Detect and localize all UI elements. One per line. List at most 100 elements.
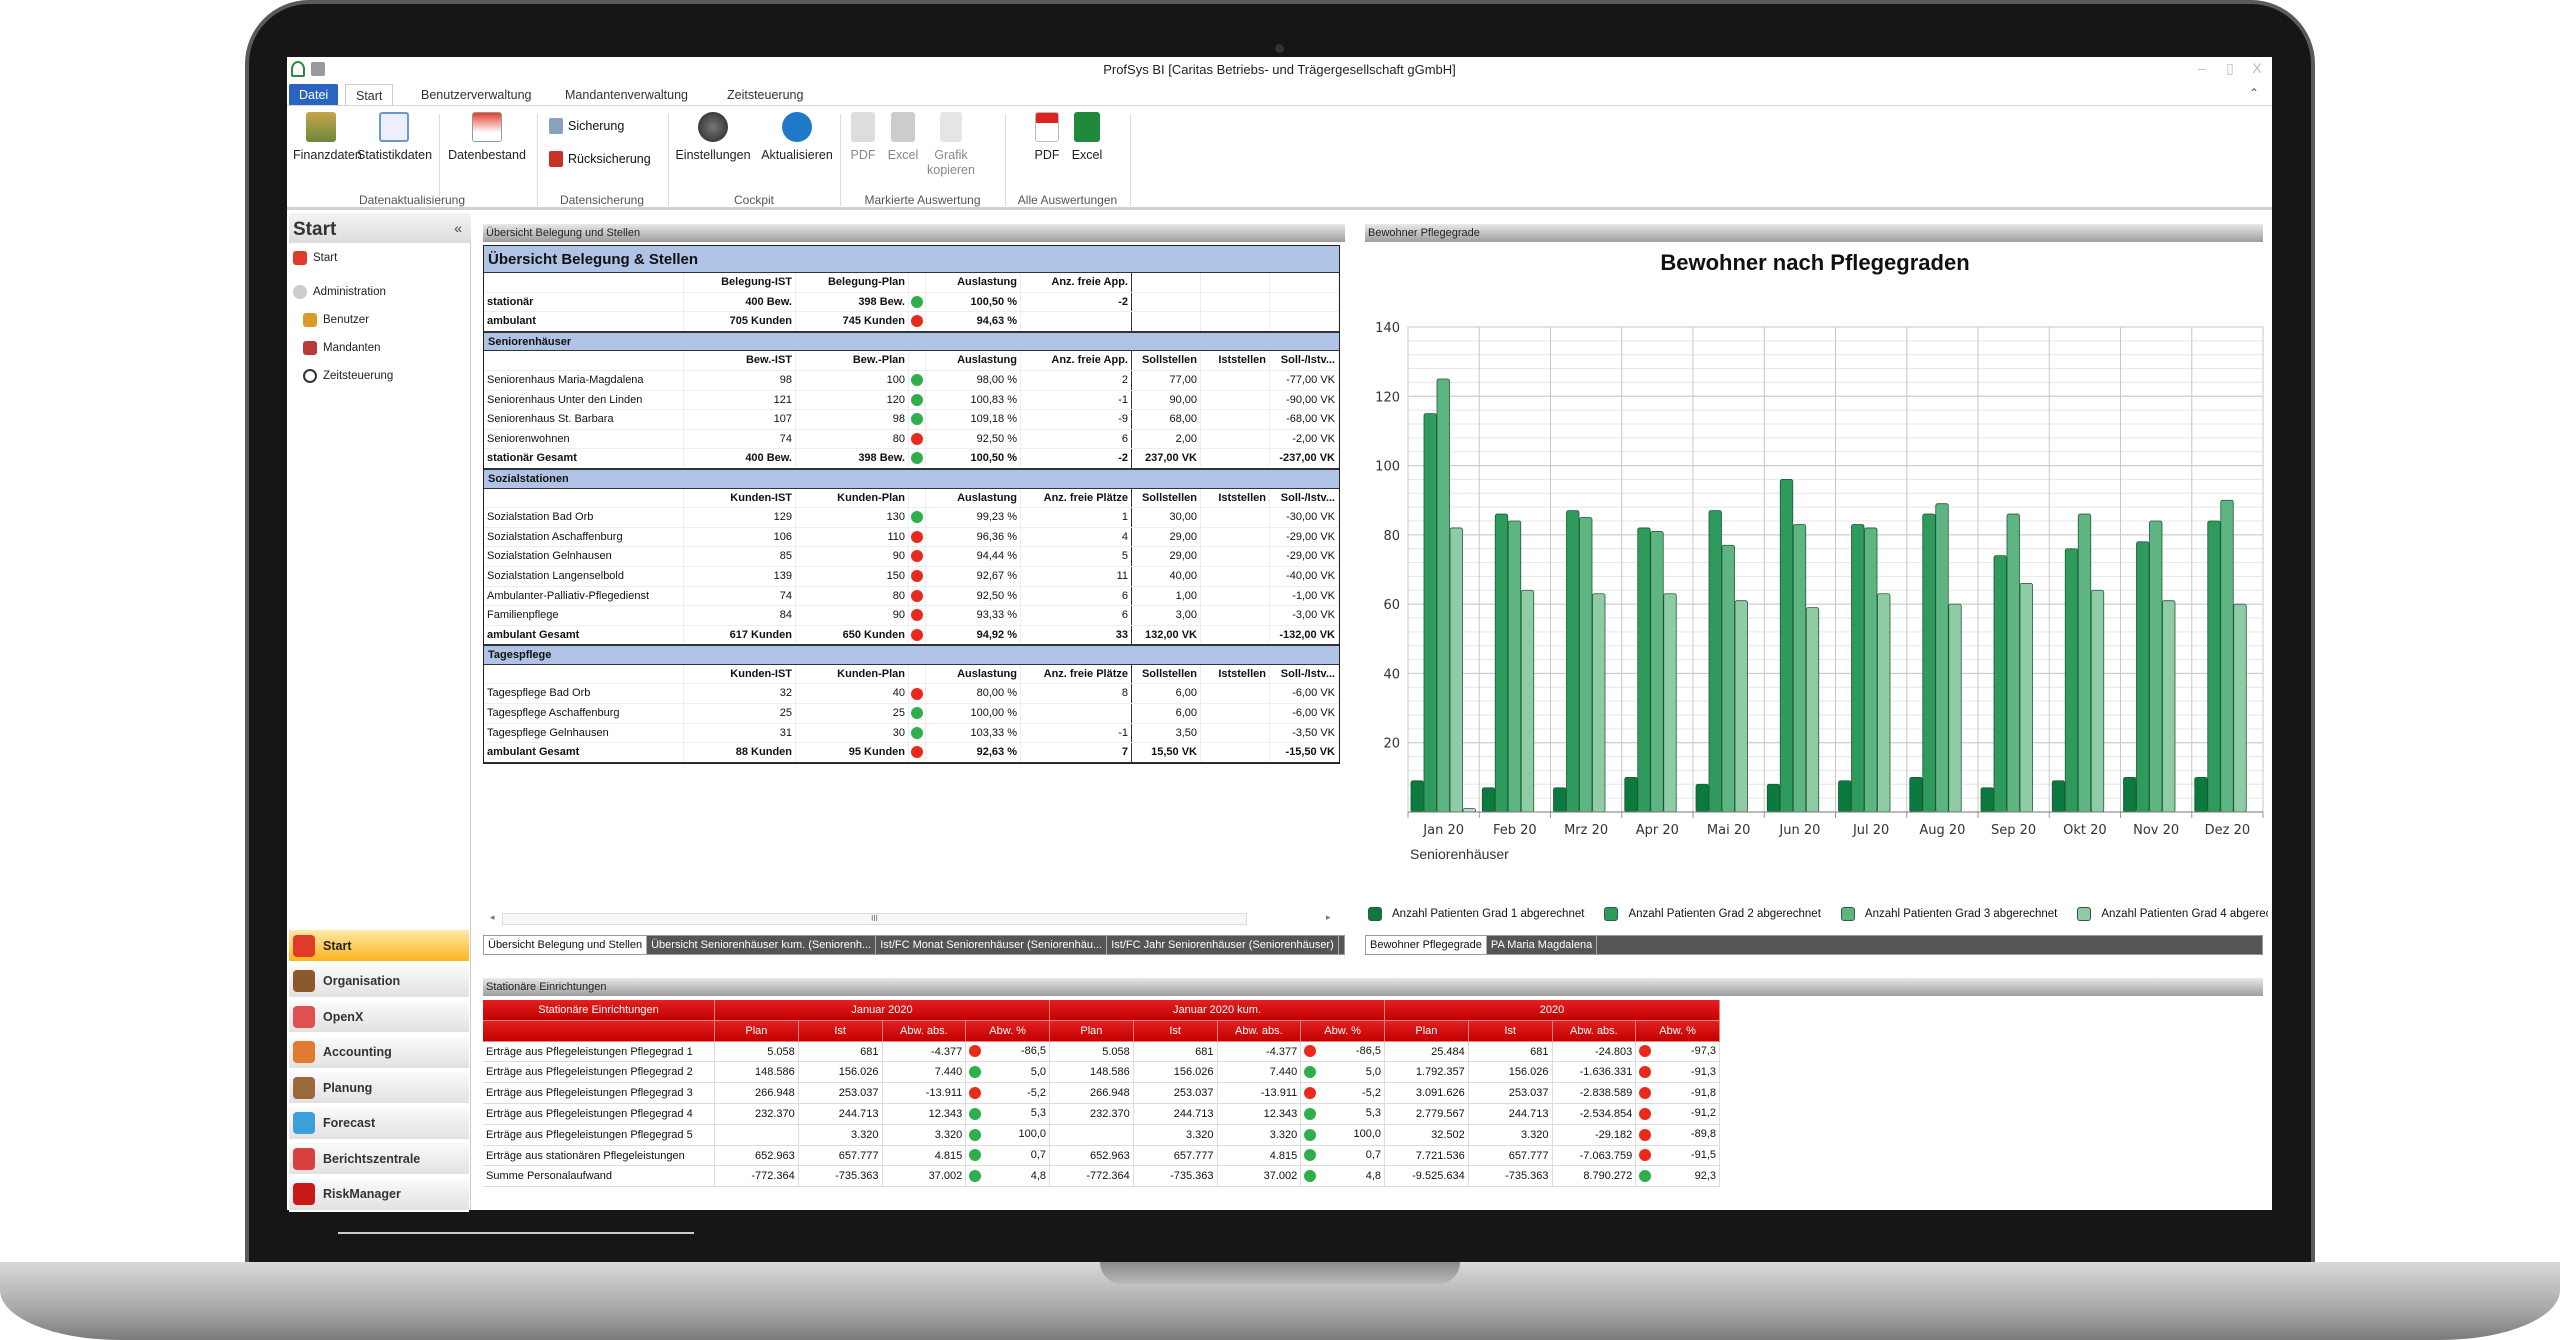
tab-bewohner-pflegegrade[interactable]: Bewohner Pflegegrade bbox=[1366, 936, 1487, 954]
legend-item[interactable]: Anzahl Patienten Grad 2 abgerechnet bbox=[1604, 904, 1821, 924]
minimize-button[interactable]: – bbox=[2187, 60, 2217, 76]
abw-pct-cell: 100,0 bbox=[966, 1124, 1050, 1146]
tree-item-benutzer[interactable]: Benutzer bbox=[303, 313, 369, 327]
row-name: Sozialstation Aschaffenburg bbox=[484, 527, 684, 547]
finanzdaten-button[interactable]: Finanzdaten bbox=[293, 112, 362, 163]
ist-cell: 244.713 bbox=[798, 1103, 883, 1125]
iststellen-cell bbox=[1201, 508, 1270, 527]
grafik-kopieren-button[interactable]: Grafik kopieren bbox=[923, 112, 979, 178]
ist-cell: 681 bbox=[1133, 1041, 1218, 1063]
frei-cell bbox=[1021, 312, 1132, 331]
house-icon bbox=[293, 970, 315, 992]
ist-cell: -735.363 bbox=[798, 1166, 883, 1188]
tab-seniorenhaeuser-kum[interactable]: Übersicht Seniorenhäuser kum. (Seniorenh… bbox=[647, 936, 877, 954]
table-row: Tagespflege Bad Orb 32 40 80,00 % 8 6,00 -6,00… bbox=[484, 684, 1339, 705]
tree-item-start[interactable]: Start bbox=[293, 251, 337, 265]
close-button[interactable]: X bbox=[2242, 60, 2272, 76]
sicherung-button[interactable]: Sicherung bbox=[549, 118, 624, 134]
table-header-row: Bew.-IST Bew.-Plan Auslastung Anz. freie Ap… bbox=[484, 351, 1339, 371]
horizontal-scrollbar[interactable]: ◂ III ▸ bbox=[490, 912, 1335, 925]
ist-cell: 400 Bew. bbox=[684, 292, 796, 312]
nav-item-planung[interactable]: Planung bbox=[289, 1072, 469, 1105]
laptop-notch bbox=[1100, 1262, 1460, 1284]
laptop-camera bbox=[1275, 44, 1284, 53]
subheader-plan: Plan bbox=[1050, 1020, 1134, 1042]
header-cell bbox=[909, 273, 926, 292]
excel-all-button[interactable]: Excel bbox=[1067, 112, 1107, 163]
frei-cell bbox=[1021, 704, 1132, 723]
scroll-right-icon[interactable]: ▸ bbox=[1326, 912, 1331, 923]
finance-table: Stationäre Einrichtungen Januar 2020 Janua… bbox=[483, 1000, 1720, 1188]
ribbon-collapse-button[interactable]: ⌃ bbox=[2249, 86, 2259, 100]
chart-panel-header: Bewohner Pflegegrade bbox=[1365, 224, 2263, 242]
overview-tabs: Übersicht Belegung und Stellen Übersicht… bbox=[483, 935, 1345, 955]
status-dot-green bbox=[969, 1170, 982, 1183]
legend-label: Anzahl Patienten Grad 2 abgerechnet bbox=[1628, 908, 1821, 920]
datenbestand-button[interactable]: Datenbestand bbox=[447, 112, 527, 163]
nav-item-accounting[interactable]: Accounting bbox=[289, 1036, 469, 1070]
nav-item-forecast[interactable]: Forecast bbox=[289, 1107, 469, 1141]
tab-start[interactable]: Start bbox=[345, 84, 394, 106]
status-cell bbox=[909, 704, 926, 723]
nav-item-organisation[interactable]: Organisation bbox=[289, 965, 469, 999]
status-cell bbox=[909, 625, 926, 645]
nav-item-start[interactable]: Start bbox=[289, 930, 469, 963]
abw-pct-value: 100,0 bbox=[1018, 1128, 1046, 1141]
tab-zeitsteuerung[interactable]: Zeitsteuerung bbox=[717, 84, 813, 106]
ist-cell: 400 Bew. bbox=[684, 449, 796, 468]
legend-item[interactable]: Anzahl Patienten Grad 1 abgerechnet bbox=[1368, 904, 1584, 924]
tree-item-administration[interactable]: Administration bbox=[293, 285, 386, 299]
tab-overview[interactable]: Übersicht Belegung und Stellen bbox=[484, 936, 648, 954]
tab-datei[interactable]: Datei bbox=[289, 84, 339, 106]
status-dot-red bbox=[969, 1087, 982, 1100]
legend-swatch bbox=[1840, 907, 1855, 921]
tab-ist-fc-monat[interactable]: Ist/FC Monat Seniorenhäuser (Seniorenhäu… bbox=[876, 936, 1108, 954]
scroll-thumb[interactable]: III bbox=[502, 913, 1247, 925]
collapse-sidebar-button[interactable]: « bbox=[454, 220, 462, 236]
header-cell: Sollstellen bbox=[1132, 351, 1201, 370]
frei-cell: -2 bbox=[1021, 292, 1132, 312]
ausl-cell: 92,63 % bbox=[926, 743, 1021, 762]
legend-swatch bbox=[2077, 907, 2092, 921]
einstellungen-button[interactable]: Einstellungen bbox=[673, 112, 753, 163]
subheader-ist: Ist bbox=[798, 1020, 883, 1042]
plan-cell: 1.792.357 bbox=[1385, 1062, 1469, 1084]
maximize-button[interactable]: ▯ bbox=[2215, 60, 2245, 77]
pdf-marked-button[interactable]: PDF bbox=[843, 112, 883, 163]
legend-item[interactable]: Anzahl Patienten Grad 4 abgerechne bbox=[2077, 904, 2268, 924]
tab-mandantenverwaltung[interactable]: Mandantenverwaltung bbox=[555, 84, 698, 106]
status-cell bbox=[909, 743, 926, 762]
table-row: Sozialstation Aschaffenburg 106 110 96,36 %… bbox=[484, 527, 1339, 548]
abw-pct-cell: 4,8 bbox=[1301, 1166, 1385, 1188]
status-dot-red bbox=[1639, 1066, 1652, 1079]
ausl-cell: 100,83 % bbox=[926, 390, 1021, 410]
status-dot-green bbox=[1304, 1066, 1317, 1079]
tab-pa-maria-magdalena[interactable]: PA Maria Magdalena bbox=[1487, 936, 1598, 954]
nav-item-openx[interactable]: OpenX bbox=[289, 1001, 469, 1034]
tree-item-mandanten[interactable]: Mandanten bbox=[303, 341, 381, 355]
pdf-all-button[interactable]: PDF bbox=[1027, 112, 1067, 163]
tree-item-zeitsteuerung[interactable]: Zeitsteuerung bbox=[303, 369, 393, 383]
statistikdaten-button[interactable]: Statistikdaten bbox=[357, 112, 432, 163]
scroll-left-icon[interactable]: ◂ bbox=[490, 912, 495, 923]
nav-item-riskmanager[interactable]: RiskManager bbox=[289, 1178, 469, 1212]
table-header-row: Kunden-IST Kunden-Plan Auslastung Anz. frei… bbox=[484, 664, 1339, 685]
ruecksicherung-button[interactable]: Rücksicherung bbox=[549, 151, 651, 167]
legend-item[interactable]: Anzahl Patienten Grad 3 abgerechnet bbox=[1840, 904, 2057, 924]
tab-benutzerverwaltung[interactable]: Benutzerverwaltung bbox=[411, 84, 541, 106]
header-cell: Kunden-Plan bbox=[796, 488, 909, 508]
sollist-cell: -6,00 VK bbox=[1270, 684, 1339, 704]
tab-ist-fc-jahr[interactable]: Ist/FC Jahr Seniorenhäuser (Seniorenhäus… bbox=[1107, 936, 1339, 954]
plan-cell: 5.058 bbox=[1050, 1041, 1134, 1063]
ist-cell: 74 bbox=[684, 586, 796, 606]
nav-item-berichtszentrale[interactable]: Berichtszentrale bbox=[289, 1143, 469, 1176]
header-cell bbox=[1270, 273, 1339, 292]
aktualisieren-button[interactable]: Aktualisieren bbox=[757, 112, 837, 163]
plan-cell: 148.586 bbox=[715, 1062, 799, 1084]
status-cell bbox=[909, 292, 926, 312]
excel-marked-button[interactable]: Excel bbox=[883, 112, 923, 163]
status-dot-green bbox=[911, 413, 923, 426]
abw-pct-cell: 100,0 bbox=[1301, 1124, 1385, 1146]
abw-abs-cell: 4.815 bbox=[1217, 1145, 1302, 1167]
plan-cell: 745 Kunden bbox=[796, 312, 909, 331]
